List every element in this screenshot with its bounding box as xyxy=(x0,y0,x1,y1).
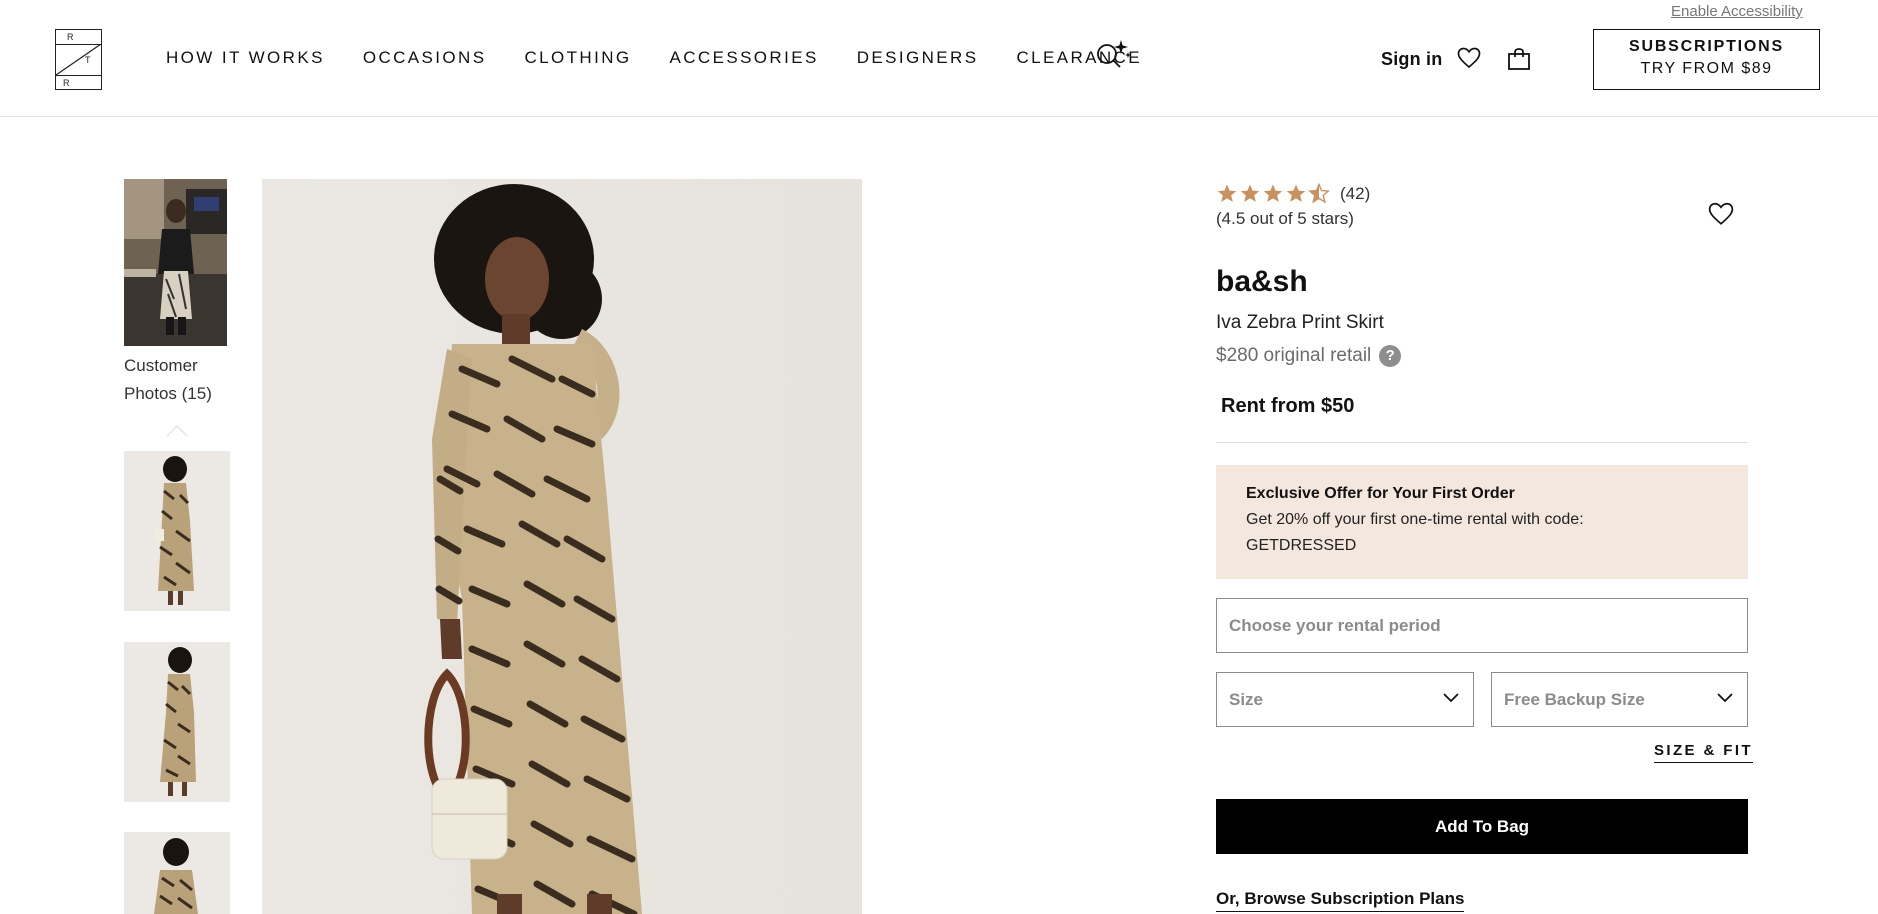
product-thumbnail[interactable] xyxy=(124,642,230,802)
size-select[interactable]: Size xyxy=(1216,672,1474,727)
rating-count: (42) xyxy=(1340,184,1371,203)
rental-period-field[interactable]: Choose your rental period xyxy=(1216,598,1748,653)
main-product-image[interactable] xyxy=(262,179,862,914)
stars-icon xyxy=(1217,183,1329,203)
customer-photo-thumbnail[interactable] xyxy=(124,179,227,346)
rtr-logo[interactable]: R T R xyxy=(55,29,102,90)
enable-accessibility-link[interactable]: Enable Accessibility xyxy=(1671,3,1803,20)
product-thumbnail[interactable] xyxy=(124,451,230,611)
first-order-offer: Exclusive Offer for Your First Order Get… xyxy=(1216,465,1748,579)
browse-subscription-plans-link[interactable]: Or, Browse Subscription Plans xyxy=(1216,889,1465,912)
rating-text: (4.5 out of 5 stars) xyxy=(1216,209,1354,228)
customer-photos-label: Customer xyxy=(124,356,198,375)
nav-accessories[interactable]: ACCESSORIES xyxy=(670,48,819,68)
original-retail: $280 original retail ? xyxy=(1216,345,1402,367)
chevron-up-icon[interactable] xyxy=(166,424,188,442)
original-retail-text: $280 original retail xyxy=(1216,345,1372,366)
site-header: R T R HOW IT WORKS OCCASIONS CLOTHING AC… xyxy=(0,0,1878,117)
offer-description: Get 20% off your first one-time rental w… xyxy=(1246,511,1584,554)
logo-letter: T xyxy=(85,55,91,65)
backup-size-select[interactable]: Free Backup Size xyxy=(1491,672,1748,727)
add-to-bag-button[interactable]: Add To Bag xyxy=(1216,799,1748,854)
customer-photos-count: Photos (15) xyxy=(124,384,212,403)
chevron-down-icon xyxy=(1717,693,1733,703)
sign-in-link[interactable]: Sign in xyxy=(1381,49,1442,70)
size-fit-link[interactable]: SIZE & FIT xyxy=(1654,742,1753,763)
subscriptions-price: TRY FROM $89 xyxy=(1640,60,1773,77)
customer-photos-link[interactable]: Customer Photos (15) xyxy=(124,352,212,408)
logo-letter: R xyxy=(63,78,70,88)
logo-letter: R xyxy=(67,32,74,42)
size-select-label: Size xyxy=(1229,690,1264,709)
offer-title: Exclusive Offer for Your First Order xyxy=(1246,485,1515,502)
nav-clothing[interactable]: CLOTHING xyxy=(524,48,631,68)
chevron-down-icon xyxy=(1443,693,1459,703)
star-rating[interactable]: (42) xyxy=(1216,183,1370,205)
product-thumbnail[interactable] xyxy=(124,832,230,914)
nav-how-it-works[interactable]: HOW IT WORKS xyxy=(166,48,325,68)
product-name: Iva Zebra Print Skirt xyxy=(1216,312,1384,333)
nav-occasions[interactable]: OCCASIONS xyxy=(363,48,487,68)
shopping-bag-icon[interactable] xyxy=(1507,47,1531,71)
backup-size-select-label: Free Backup Size xyxy=(1504,690,1645,709)
divider xyxy=(1216,442,1748,443)
main-nav: HOW IT WORKS OCCASIONS CLOTHING ACCESSOR… xyxy=(166,48,1180,68)
help-icon[interactable]: ? xyxy=(1379,345,1402,367)
rent-from-price: Rent from $50 xyxy=(1221,395,1355,417)
nav-designers[interactable]: DESIGNERS xyxy=(857,48,979,68)
favorite-heart-icon[interactable] xyxy=(1708,202,1734,226)
subscriptions-label: SUBSCRIPTIONS xyxy=(1629,38,1784,55)
heart-icon[interactable] xyxy=(1457,47,1481,69)
product-brand[interactable]: ba&sh xyxy=(1216,265,1308,299)
subscriptions-button[interactable]: SUBSCRIPTIONS TRY FROM $89 xyxy=(1593,29,1820,90)
ai-search-icon[interactable] xyxy=(1094,38,1132,70)
